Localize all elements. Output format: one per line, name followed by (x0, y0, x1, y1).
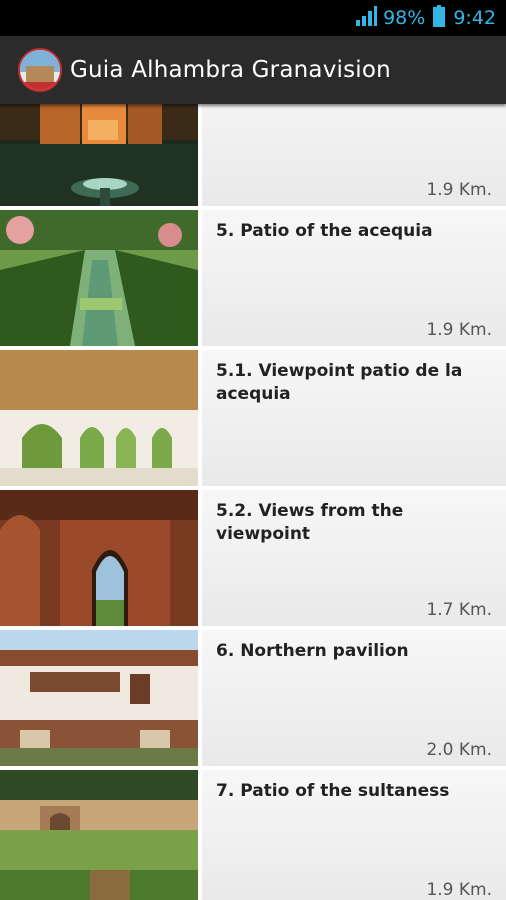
list-item[interactable]: 5.2. Views from the viewpoint 1.7 Km. (0, 490, 506, 630)
list-item[interactable]: 5.1. Viewpoint patio de la acequia (0, 350, 506, 490)
signal-icon (355, 5, 378, 31)
thumbnail-image (0, 770, 198, 900)
thumbnail-image (0, 104, 198, 206)
item-title: 5.1. Viewpoint patio de la acequia (216, 361, 463, 404)
list-item[interactable]: 5. Patio of the acequia 1.9 Km. (0, 210, 506, 350)
app-title: Guia Alhambra Granavision (70, 57, 391, 83)
monument-list[interactable]: 1.9 Km. 5. Patio of the acequia 1.9 Km. (0, 104, 506, 900)
thumbnail-image (0, 490, 198, 626)
list-item[interactable]: 1.9 Km. (0, 104, 506, 210)
app-logo-icon[interactable] (18, 48, 62, 92)
thumbnail-image (0, 210, 198, 346)
item-distance: 1.7 Km. (426, 600, 492, 620)
battery-icon (433, 4, 446, 32)
item-distance: 1.9 Km. (426, 180, 492, 200)
action-bar: Guia Alhambra Granavision (0, 36, 506, 104)
status-bar: 98% 9:42 (0, 0, 506, 36)
item-distance: 1.9 Km. (426, 320, 492, 340)
list-item[interactable]: 7. Patio of the sultaness 1.9 Km. (0, 770, 506, 900)
item-title: 5.2. Views from the viewpoint (216, 501, 404, 544)
item-distance: 1.9 Km. (426, 880, 492, 900)
item-distance: 2.0 Km. (426, 740, 492, 760)
item-title: 6. Northern pavilion (216, 641, 409, 661)
item-title: 7. Patio of the sultaness (216, 781, 450, 801)
list-item[interactable]: 6. Northern pavilion 2.0 Km. (0, 630, 506, 770)
item-title: 5. Patio of the acequia (216, 221, 433, 241)
thumbnail-image (0, 350, 198, 486)
thumbnail-image (0, 630, 198, 766)
clock: 9:42 (453, 7, 496, 29)
battery-percentage: 98% (383, 7, 426, 29)
